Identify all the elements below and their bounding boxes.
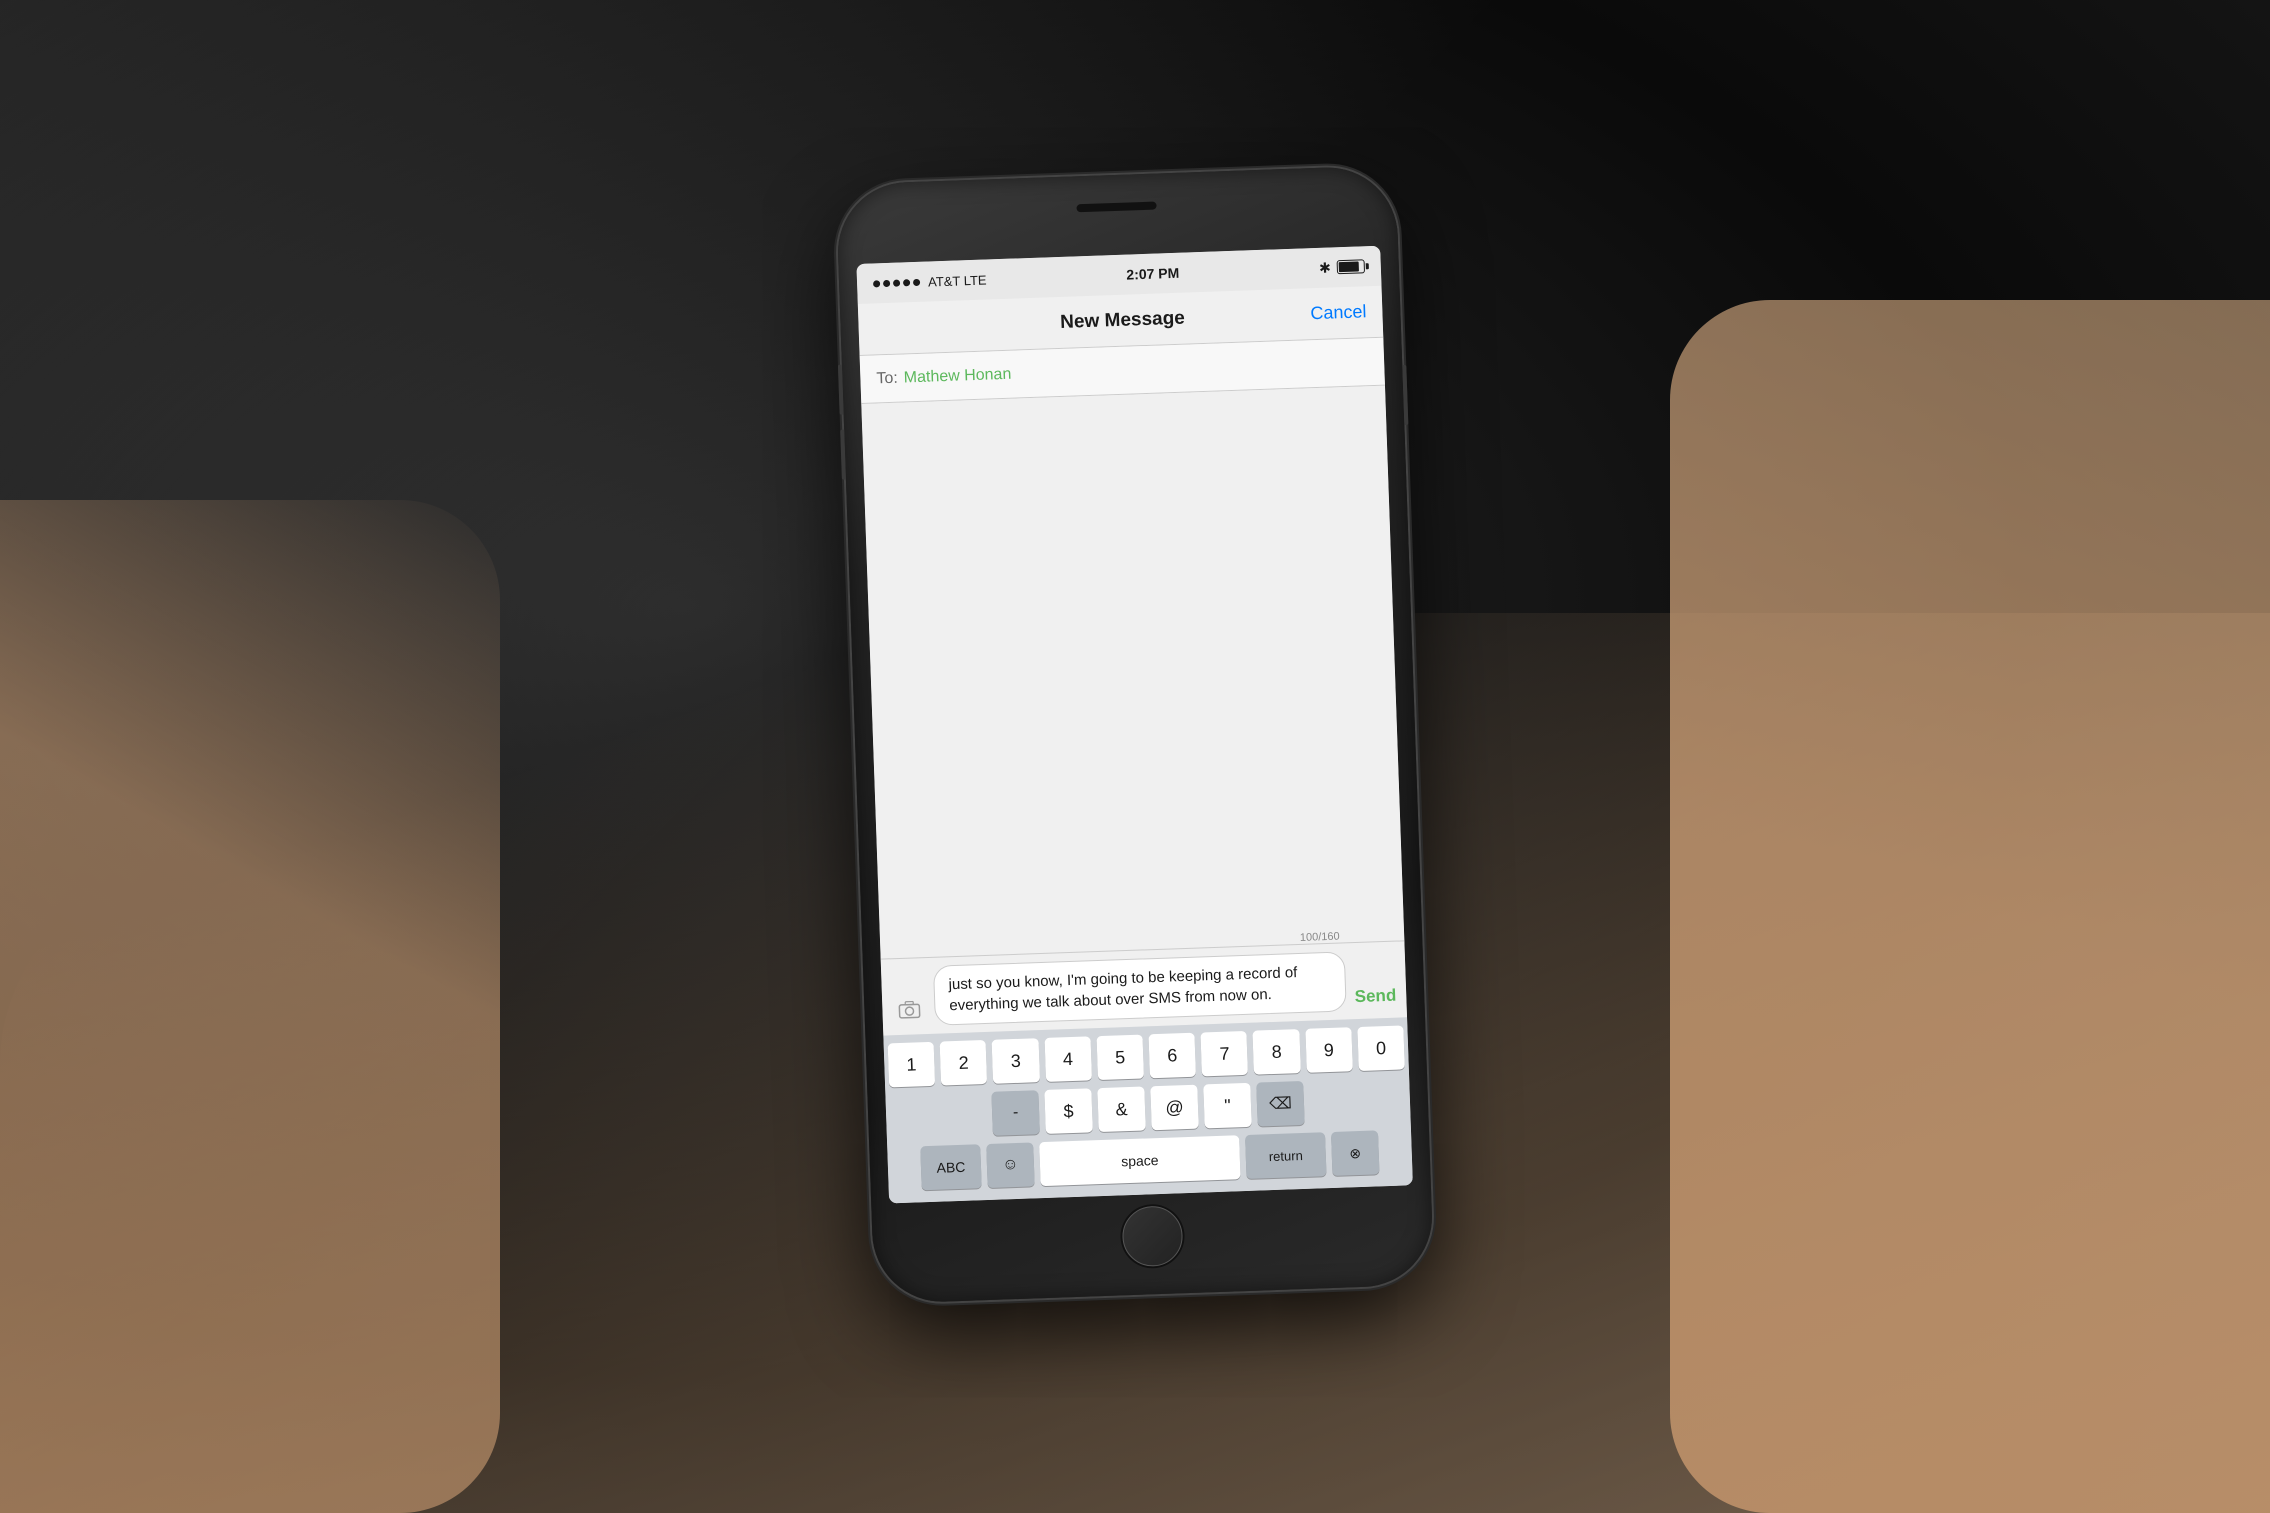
- key-abc[interactable]: ABC: [920, 1144, 981, 1190]
- message-input[interactable]: 100/160 just so you know, I'm going to b…: [933, 951, 1347, 1025]
- keyboard-row-bottom: ABC ☺ space return ⊗: [891, 1129, 1408, 1191]
- keyboard-row-numbers: 1 2 3 4 5 6 7 8 9 0: [888, 1025, 1405, 1087]
- hand-left: [0, 500, 500, 1513]
- key-5[interactable]: 5: [1096, 1034, 1144, 1080]
- phone-shell: AT&T LTE 2:07 PM ✱ New Message Cancel: [836, 165, 1435, 1304]
- signal-dot-4: [903, 278, 910, 285]
- home-button[interactable]: [1121, 1205, 1183, 1267]
- signal-dots: [873, 278, 920, 287]
- hand-right: [1670, 300, 2270, 1513]
- volume-down-button[interactable]: [840, 429, 846, 479]
- key-dollar[interactable]: $: [1044, 1088, 1093, 1134]
- key-7[interactable]: 7: [1201, 1030, 1249, 1076]
- key-circle-x[interactable]: ⊗: [1331, 1130, 1380, 1176]
- key-4[interactable]: 4: [1044, 1036, 1092, 1082]
- nav-left-spacer: [875, 326, 935, 328]
- keyboard-row-symbols: - $ & @ " ⌫: [889, 1077, 1406, 1139]
- signal-dot-3: [893, 279, 900, 286]
- camera-button[interactable]: [892, 992, 927, 1027]
- key-3[interactable]: 3: [992, 1038, 1040, 1084]
- battery-fill: [1339, 261, 1360, 272]
- signal-dot-1: [873, 279, 880, 286]
- speaker: [1076, 201, 1156, 212]
- key-dash[interactable]: -: [991, 1090, 1040, 1136]
- status-right: ✱: [1319, 257, 1365, 276]
- key-0[interactable]: 0: [1357, 1025, 1405, 1071]
- key-1[interactable]: 1: [888, 1041, 936, 1087]
- key-8[interactable]: 8: [1253, 1029, 1301, 1075]
- message-text[interactable]: just so you know, I'm going to be keepin…: [948, 960, 1332, 1015]
- key-6[interactable]: 6: [1148, 1032, 1196, 1078]
- compose-area: [861, 385, 1404, 958]
- signal-dot-2: [883, 279, 890, 286]
- key-space[interactable]: space: [1039, 1135, 1240, 1186]
- key-emoji[interactable]: ☺: [986, 1142, 1035, 1188]
- key-ampersand[interactable]: &: [1097, 1086, 1146, 1132]
- phone-screen: AT&T LTE 2:07 PM ✱ New Message Cancel: [856, 245, 1412, 1203]
- char-count: 100/160: [1300, 930, 1340, 943]
- to-label: To:: [876, 369, 898, 388]
- nav-title: New Message: [934, 302, 1311, 337]
- key-return[interactable]: return: [1245, 1132, 1326, 1179]
- keyboard: 1 2 3 4 5 6 7 8 9 0 - $: [883, 1017, 1413, 1203]
- bluetooth-icon: ✱: [1319, 258, 1331, 275]
- screen-content: AT&T LTE 2:07 PM ✱ New Message Cancel: [856, 245, 1412, 1203]
- key-2[interactable]: 2: [940, 1039, 988, 1085]
- status-time: 2:07 PM: [1126, 264, 1179, 282]
- key-delete[interactable]: ⌫: [1256, 1080, 1305, 1126]
- volume-up-button[interactable]: [838, 364, 844, 414]
- signal-dot-5: [913, 278, 920, 285]
- phone-wrapper: AT&T LTE 2:07 PM ✱ New Message Cancel: [836, 165, 1435, 1304]
- battery-icon: [1337, 259, 1365, 274]
- input-row: 100/160 just so you know, I'm going to b…: [891, 949, 1397, 1027]
- status-left: AT&T LTE: [873, 272, 987, 291]
- send-button[interactable]: Send: [1354, 985, 1396, 1010]
- carrier-label: AT&T LTE: [928, 272, 987, 289]
- cancel-button[interactable]: Cancel: [1310, 301, 1367, 324]
- key-quote[interactable]: ": [1203, 1082, 1252, 1128]
- contact-name[interactable]: Mathew Honan: [903, 365, 1011, 387]
- key-9[interactable]: 9: [1305, 1027, 1353, 1073]
- key-at[interactable]: @: [1150, 1084, 1199, 1130]
